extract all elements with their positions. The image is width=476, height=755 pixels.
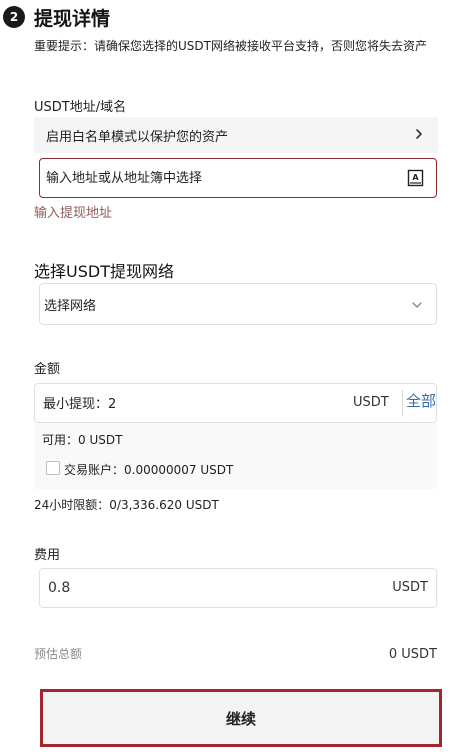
network-select[interactable]: 选择网络 [39,283,437,325]
estimated-total-value: 0 USDT [388,647,437,662]
fee-field: 0.8 USDT [39,568,437,608]
estimated-total-label: 预估总额 [34,647,83,661]
amount-unit: USDT [353,395,389,410]
network-select-value: 选择网络 [44,299,97,314]
balance-panel: 可用：0 USDT 交易账户：0.00000007 USDT [34,423,437,489]
chevron-right-icon [416,129,422,139]
step-number-badge: 2 [3,6,25,28]
trading-account-balance: 交易账户：0.00000007 USDT [64,463,234,477]
address-input[interactable] [44,159,388,197]
page-title: 提现详情 [34,8,111,30]
address-field: A [39,158,437,198]
address-error-hint: 输入提现地址 [34,206,113,221]
whitelist-mode-row[interactable]: 启用白名单模式以保护您的资产 [34,117,438,153]
daily-limit: 24小时限额：0/3,336.620 USDT [34,498,219,512]
network-section-title: 选择USDT提现网络 [34,262,174,281]
svg-text:A: A [412,173,419,182]
amount-field: USDT 全部 [34,383,437,424]
amount-divider [402,390,403,416]
fee-unit: USDT [392,580,428,595]
trading-account-checkbox[interactable] [46,461,60,475]
address-book-icon[interactable]: A [407,169,424,187]
fee-value: 0.8 [48,580,71,596]
important-notice: 重要提示：请确保您选择的USDT网络被接收平台支持，否则您将失去资产 [34,39,427,53]
continue-button[interactable]: 继续 [40,689,442,747]
amount-label: 金额 [34,362,61,377]
amount-input[interactable] [41,384,345,424]
whitelist-mode-text: 启用白名单模式以保护您的资产 [46,129,229,145]
chevron-down-icon [412,302,422,308]
address-label: USDT地址/域名 [34,100,127,115]
available-balance: 可用：0 USDT [42,433,123,447]
fee-label: 费用 [34,548,61,563]
withdraw-all-button[interactable]: 全部 [406,390,436,411]
